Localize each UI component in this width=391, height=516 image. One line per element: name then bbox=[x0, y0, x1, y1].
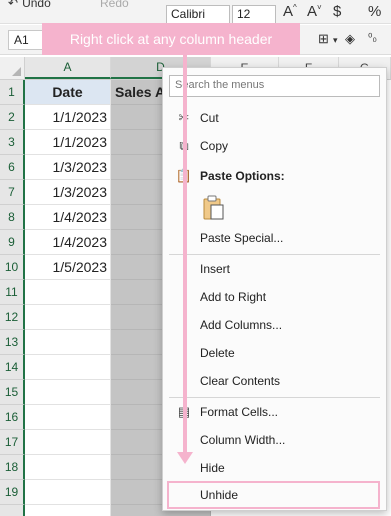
undo-button[interactable]: ↶ Undo bbox=[8, 0, 51, 10]
empty-cell[interactable] bbox=[25, 405, 111, 430]
instruction-arrow-head bbox=[177, 452, 193, 464]
menu-item-cut[interactable]: ✂ Cut bbox=[163, 104, 386, 132]
menu-item-label: Copy bbox=[200, 139, 229, 153]
row-header[interactable]: 16 bbox=[0, 405, 25, 430]
row-header[interactable]: 2 bbox=[0, 105, 25, 130]
row-header[interactable]: 18 bbox=[0, 455, 25, 480]
menu-item-label: Unhide bbox=[200, 488, 239, 502]
date-cell[interactable]: 1/3/2023 bbox=[25, 180, 111, 205]
row-header[interactable]: 19 bbox=[0, 480, 25, 505]
row-header[interactable]: 17 bbox=[0, 430, 25, 455]
row-header[interactable]: 3 bbox=[0, 130, 25, 155]
date-cell[interactable]: 1/1/2023 bbox=[25, 130, 111, 155]
empty-cell[interactable] bbox=[25, 380, 111, 405]
date-cell[interactable]: 1/5/2023 bbox=[25, 255, 111, 280]
empty-cell[interactable] bbox=[25, 480, 111, 505]
date-cell[interactable]: 1/4/2023 bbox=[25, 205, 111, 230]
row-header[interactable]: 1 bbox=[0, 80, 25, 105]
header-cell-date[interactable]: Date bbox=[25, 80, 111, 105]
borders-dropdown-icon[interactable]: ▾ bbox=[333, 35, 338, 46]
menu-item-label: Paste Options: bbox=[200, 169, 285, 183]
undo-label: Undo bbox=[22, 0, 51, 10]
instruction-tooltip: Right click at any column header bbox=[42, 23, 300, 55]
menu-item-add-columns[interactable]: Add Columns... bbox=[163, 311, 386, 339]
increase-font-icon[interactable]: A^ bbox=[283, 3, 297, 20]
empty-cell[interactable] bbox=[25, 455, 111, 480]
instruction-arrow-line bbox=[183, 53, 187, 456]
date-cell[interactable]: 1/1/2023 bbox=[25, 105, 111, 130]
row-header[interactable]: 12 bbox=[0, 305, 25, 330]
menu-item-delete[interactable]: Delete bbox=[163, 339, 386, 367]
decrease-font-icon[interactable]: A˅ bbox=[307, 3, 322, 20]
menu-item-label: Hide bbox=[200, 461, 225, 475]
menu-item-format-cells[interactable]: ▤ Format Cells... bbox=[163, 398, 386, 426]
menu-item-label: Paste Special... bbox=[200, 231, 284, 245]
context-menu: Search the menus ✂ Cut ⧉ Copy 📋 Paste Op… bbox=[162, 67, 387, 511]
menu-item-label: Insert bbox=[200, 262, 231, 276]
menu-item-hide[interactable]: Hide bbox=[163, 454, 386, 482]
menu-item-column-width[interactable]: Column Width... bbox=[163, 426, 386, 454]
empty-cell[interactable] bbox=[25, 430, 111, 455]
percent-icon[interactable]: % bbox=[368, 3, 381, 20]
date-cell[interactable]: 1/3/2023 bbox=[25, 155, 111, 180]
undo-icon: ↶ bbox=[8, 0, 19, 10]
empty-cell[interactable] bbox=[25, 280, 111, 305]
row-header[interactable]: 8 bbox=[0, 205, 25, 230]
font-size-dropdown[interactable]: 12 bbox=[232, 5, 276, 24]
row-header[interactable]: 14 bbox=[0, 355, 25, 380]
menu-item-unhide[interactable]: Unhide bbox=[167, 481, 380, 509]
select-all-button[interactable] bbox=[0, 57, 25, 79]
menu-item-label: Delete bbox=[200, 346, 235, 360]
menu-item-label: Add to Right bbox=[200, 290, 267, 304]
menu-item-label: Clear Contents bbox=[200, 374, 281, 388]
currency-icon[interactable]: $ bbox=[333, 3, 341, 20]
row-header[interactable]: 9 bbox=[0, 230, 25, 255]
menu-item-label: Add Columns... bbox=[200, 318, 283, 332]
row-header[interactable]: 7 bbox=[0, 180, 25, 205]
row-header[interactable] bbox=[0, 505, 25, 516]
fill-color-icon[interactable]: ◈ bbox=[345, 31, 355, 47]
ribbon: ↶ Undo Redo Calibri 12 A^ A˅ $ % bbox=[0, 0, 391, 24]
borders-icon[interactable]: ⊞ bbox=[318, 31, 329, 47]
empty-cell[interactable] bbox=[25, 505, 111, 516]
menu-search-input[interactable]: Search the menus bbox=[169, 75, 380, 97]
redo-button[interactable]: Redo bbox=[100, 0, 129, 10]
empty-cell[interactable] bbox=[25, 330, 111, 355]
paste-clipboard-icon[interactable] bbox=[203, 195, 225, 221]
number-format-icon[interactable]: ⁰₀ bbox=[368, 31, 377, 44]
menu-item-add-to-right[interactable]: Add to Right bbox=[163, 283, 386, 311]
empty-cell[interactable] bbox=[25, 305, 111, 330]
font-name-dropdown[interactable]: Calibri bbox=[166, 5, 230, 24]
row-header[interactable]: 6 bbox=[0, 155, 25, 180]
row-header[interactable]: 10 bbox=[0, 255, 25, 280]
row-header[interactable]: 13 bbox=[0, 330, 25, 355]
empty-cell[interactable] bbox=[25, 355, 111, 380]
menu-item-paste-options: 📋 Paste Options: bbox=[163, 162, 386, 190]
row-header[interactable]: 15 bbox=[0, 380, 25, 405]
menu-item-copy[interactable]: ⧉ Copy bbox=[163, 132, 386, 160]
row-header[interactable]: 11 bbox=[0, 280, 25, 305]
menu-item-clear-contents[interactable]: Clear Contents bbox=[163, 367, 386, 395]
menu-item-label: Format Cells... bbox=[200, 405, 279, 419]
menu-item-label: Cut bbox=[200, 111, 219, 125]
menu-item-insert[interactable]: Insert bbox=[163, 255, 386, 283]
menu-item-paste-special[interactable]: Paste Special... bbox=[163, 224, 386, 252]
column-header-a[interactable]: A bbox=[25, 57, 111, 79]
date-cell[interactable]: 1/4/2023 bbox=[25, 230, 111, 255]
menu-item-label: Column Width... bbox=[200, 433, 286, 447]
